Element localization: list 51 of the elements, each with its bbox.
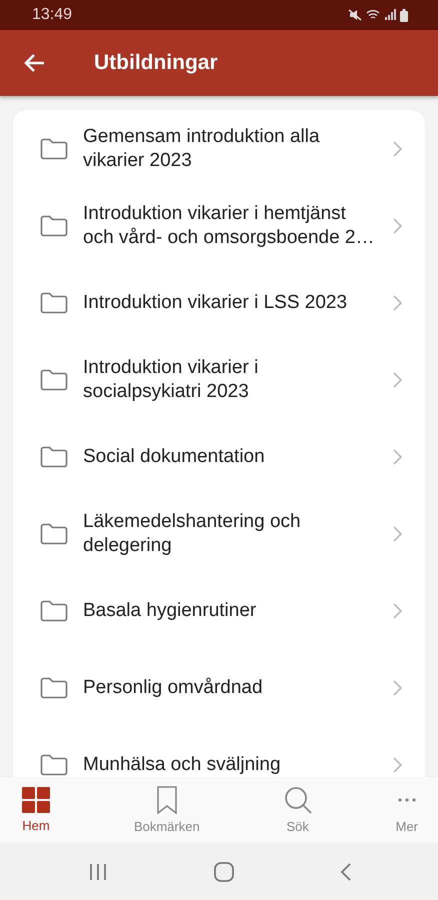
battery-icon [400, 8, 408, 22]
chevron-icon [393, 218, 402, 234]
folder-item[interactable]: Introduktion vikarier i socialpsykiatri 2023 [13, 341, 425, 418]
item-label: Introduktion vikarier i LSS 2023 [83, 290, 348, 314]
chevron-icon [393, 140, 402, 156]
folder-item[interactable]: Introduktion vikarier i hemtjänst och vård- och omsorgsboende 2… [13, 187, 425, 264]
chevron-icon [393, 680, 402, 696]
folder-icon [40, 446, 68, 468]
status-time: 13:49 [32, 6, 72, 24]
back-icon[interactable] [340, 862, 352, 882]
folder-icon [40, 754, 68, 776]
item-label: Introduktion vikarier i socialpsykiatri 2023 [83, 356, 260, 404]
folder-icon [40, 522, 68, 544]
page-title: Utbildningar [94, 51, 218, 75]
grid-icon [22, 787, 50, 813]
folder-icon [40, 368, 68, 390]
folder-item[interactable]: Munhälsa och sväljning [13, 726, 425, 777]
mute-icon [348, 9, 362, 21]
folder-icon [40, 676, 68, 698]
item-label: Introduktion vikarier i hemtjänst och vård- och omsorgsboende 2… [83, 202, 376, 250]
item-label: Läkemedelshantering och delegering [83, 510, 302, 558]
signal-icon [384, 9, 396, 21]
more-icon [396, 798, 417, 802]
chevron-icon [393, 448, 402, 464]
folder-item[interactable]: Introduktion vikarier i LSS 2023 [13, 264, 425, 341]
folder-item[interactable]: Läkemedelshantering och delegering [13, 495, 425, 572]
item-label: Personlig omvårdnad [83, 676, 264, 700]
folder-item[interactable]: Gemensam introduktion alla vikarier 2023 [13, 110, 425, 187]
folder-item[interactable]: Basala hygienrutiner [13, 572, 425, 649]
item-label: Basala hygienrutiner [83, 598, 258, 622]
folder-item[interactable]: Social dokumentation [13, 418, 425, 495]
chevron-icon [393, 372, 402, 388]
wifi-icon [366, 9, 380, 21]
bookmark-icon [156, 786, 178, 814]
item-label: Gemensam introduktion alla vikarier 2023 [83, 124, 321, 172]
folder-icon [40, 600, 68, 622]
item-label: Munhälsa och sväljning [83, 752, 282, 776]
chevron-icon [393, 526, 402, 542]
search-icon [284, 786, 312, 814]
folder-icon [40, 138, 68, 160]
chevron-icon [393, 294, 402, 310]
folder-icon [40, 214, 68, 236]
back-arrow-icon [24, 53, 46, 73]
item-label: Social dokumentation [83, 444, 266, 468]
folder-item[interactable]: Personlig omvårdnad [13, 649, 425, 726]
folder-icon [40, 292, 68, 314]
nav-tab[interactable]: Hem [22, 777, 50, 843]
chevron-icon [393, 602, 402, 618]
chevron-icon [393, 756, 402, 772]
home-icon[interactable] [214, 862, 234, 882]
recent-apps-icon[interactable] [88, 862, 108, 880]
